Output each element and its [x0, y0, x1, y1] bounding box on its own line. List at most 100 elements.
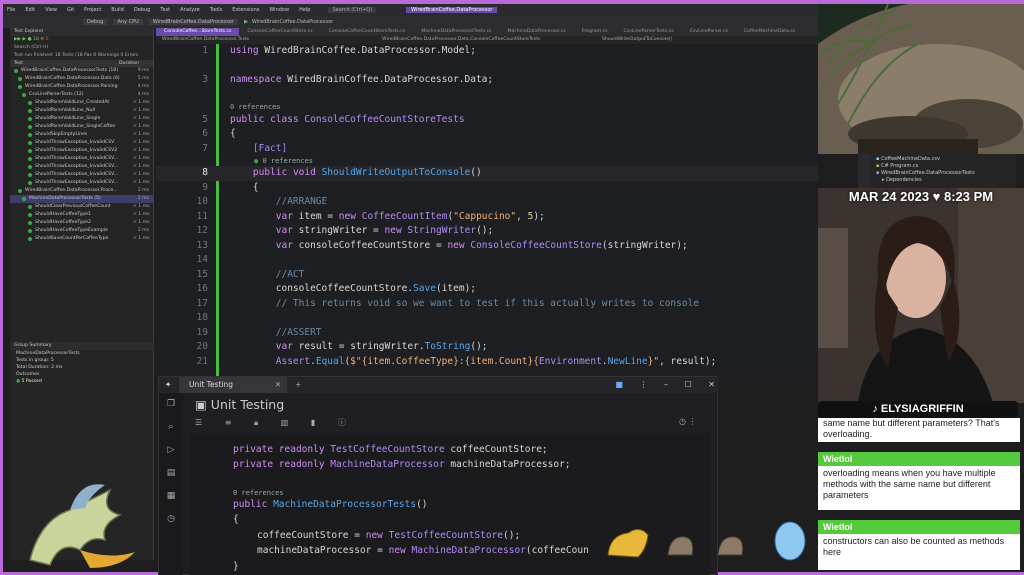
menu-project[interactable]: Project — [84, 7, 101, 13]
col-test[interactable]: Test — [14, 60, 23, 67]
close-icon[interactable]: ✕ — [708, 380, 715, 389]
test-row[interactable]: WiredBrainCoffee.DataProcessor.Parsing 4 … — [10, 83, 153, 91]
history-icon[interactable]: ◷ ⋮ — [679, 417, 697, 426]
extension-icon[interactable]: ■ — [615, 380, 623, 389]
document-tab[interactable]: ConsoleCoffee...StoreTests.cs — [156, 28, 240, 36]
test-row[interactable]: CsvLineParserTests (12) 4 ms — [10, 91, 153, 99]
settings-icon[interactable]: ☰ — [195, 418, 202, 427]
menu-tools[interactable]: Tools — [210, 7, 222, 13]
test-row[interactable]: ShouldParseValidLine_Null < 1 ms — [10, 107, 153, 115]
test-explorer-toolbar: ▶▶ ▶ ● 18 ✖ 0 — [10, 36, 153, 44]
startup-project-select[interactable]: WiredBrainCoffee.DataProcessor — [148, 19, 239, 25]
history-icon[interactable]: ◷ — [159, 508, 183, 531]
col-duration[interactable]: Duration — [119, 60, 139, 67]
code-lens-references[interactable]: 0 references — [233, 489, 284, 497]
document-tab[interactable]: CsvLineParserTests.cs — [616, 28, 682, 36]
test-row[interactable]: ShouldThrowException_InvalidCSV2 < 1 ms — [10, 147, 153, 155]
calendar-icon[interactable]: ▦ — [159, 485, 183, 508]
app-icon: ✦ — [165, 380, 172, 389]
minimize-icon[interactable]: – — [664, 380, 668, 389]
menu-window[interactable]: Window — [269, 7, 289, 13]
test-name: ShouldParseValidLine_Single — [35, 116, 101, 121]
run-all-icon[interactable]: ▶▶ — [14, 37, 21, 42]
platform-select[interactable]: Any CPU — [113, 19, 143, 25]
tab-unit-testing[interactable]: Unit Testing ✕ — [179, 377, 287, 393]
document-tab[interactable]: MachineDataProcessorTests.cs — [413, 28, 499, 36]
run-button[interactable]: WiredBrainCoffee.DataProcessor — [252, 19, 333, 25]
test-row[interactable]: ShouldHaveCoffeeTypeExample 2 ms — [10, 227, 153, 235]
nav-project[interactable]: WiredBrainCoffee.DataProcessor.Tests — [156, 36, 376, 44]
test-name: ShouldThrowException_InvalidCSV... — [35, 180, 119, 185]
test-row[interactable]: ShouldSaveCountPerCoffeeType < 1 ms — [10, 235, 153, 243]
menu-debug[interactable]: Debug — [134, 7, 150, 13]
menu-build[interactable]: Build — [111, 7, 124, 13]
menu-git[interactable]: Git — [67, 7, 74, 13]
test-duration: < 1 ms — [133, 116, 150, 121]
test-row[interactable]: ShouldParseValidLine_SingleCoffee < 1 ms — [10, 123, 153, 131]
lock-icon[interactable]: 🔒︎ — [254, 418, 258, 427]
test-row[interactable]: ShouldHaveCoffeeType1 < 1 ms — [10, 211, 153, 219]
pass-count-badge[interactable]: ● 18 — [28, 37, 39, 42]
test-row[interactable]: ShouldThrowException_InvalidCSV... < 1 ms — [10, 179, 153, 187]
chart-icon[interactable]: ▮ — [311, 418, 315, 427]
code-lens-references[interactable]: 0 references — [230, 103, 281, 111]
files-icon[interactable]: ❐ — [159, 393, 183, 416]
code-lens-references[interactable]: ● 0 references — [254, 157, 313, 165]
solution-item[interactable]: ▪ WiredBrainCoffee.DataProcessorTests — [876, 170, 1010, 177]
search-box[interactable]: Search (Ctrl+Q) — [328, 7, 377, 13]
new-tab-icon[interactable]: + — [295, 377, 301, 393]
test-row[interactable]: MachineDataProcessorTests (5) 2 ms — [10, 195, 153, 203]
map-icon[interactable]: ▥ — [281, 418, 289, 427]
test-row[interactable]: ShouldHaveCoffeeType2 < 1 ms — [10, 219, 153, 227]
test-row[interactable]: ShouldThrowException_InvalidCSV... < 1 ms — [10, 171, 153, 179]
search-icon[interactable]: ⌕ — [159, 416, 183, 439]
test-row[interactable]: WiredBrainCoffee.DataProcessor.Data (6) 5… — [10, 75, 153, 83]
run-icon[interactable]: ▷ — [159, 439, 183, 462]
test-row[interactable]: WiredBrainCoffee.DataProcessorTests (18)… — [10, 67, 153, 75]
menu-help[interactable]: Help — [299, 7, 310, 13]
more-icon[interactable]: ⋮ — [639, 380, 647, 389]
project-title: WiredBrainCoffee.DataProcessor — [406, 7, 498, 13]
menu-extensions[interactable]: Extensions — [232, 7, 259, 13]
nav-class[interactable]: WiredBrainCoffee.DataProcessor.Data.Cons… — [376, 36, 596, 44]
code-line: private readonly TestCoffeeCountStore co… — [233, 444, 548, 455]
menu-view[interactable]: View — [45, 7, 57, 13]
test-row[interactable]: ShouldClearPreviousCoffeeCount < 1 ms — [10, 203, 153, 211]
code-line: 12 var stringWriter = new StringWriter()… — [196, 225, 494, 236]
book-icon[interactable]: ▤ — [159, 462, 183, 485]
config-select[interactable]: Debug — [83, 19, 108, 25]
run-icon[interactable]: ▶ — [244, 19, 248, 25]
test-row[interactable]: ShouldThrowException_InvalidCSV... < 1 ms — [10, 163, 153, 171]
test-row[interactable]: ShouldParseValidLine_CreatedAt < 1 ms — [10, 99, 153, 107]
test-row[interactable]: ShouldSkipEmptyLines < 1 ms — [10, 131, 153, 139]
test-name: MachineDataProcessorTests (5) — [29, 196, 101, 201]
solution-item[interactable]: ▪ C# Program.cs — [876, 163, 1010, 170]
info-icon[interactable]: ⓘ — [338, 418, 346, 427]
test-row[interactable]: ShouldThrowException_InvalidCSV... < 1 ms — [10, 155, 153, 163]
list-icon[interactable]: ≡ — [225, 418, 232, 427]
document-tab[interactable]: ConsoleCoffeeCountStoreTests.cs — [321, 28, 414, 36]
maximize-icon[interactable]: ☐ — [685, 380, 692, 389]
test-row[interactable]: WiredBrainCoffee.DataProcessor.Proce... 2… — [10, 187, 153, 195]
document-tab[interactable]: MachineDataProcessor.cs — [500, 28, 574, 36]
menu-test[interactable]: Test — [160, 7, 170, 13]
code-editor[interactable]: 1 using WiredBrainCoffee.DataProcessor.Mo… — [156, 44, 818, 376]
menu-analyze[interactable]: Analyze — [180, 7, 200, 13]
solution-item[interactable]: ▪ CoffeeMachineData.csv — [876, 156, 1010, 163]
document-tab[interactable]: Program.cs — [574, 28, 616, 36]
document-tab[interactable]: CoffeeMachineData.cs — [736, 28, 803, 36]
nav-member[interactable]: ShouldWriteOutputToConsole() — [596, 36, 816, 44]
fail-count-badge[interactable]: ✖ 0 — [40, 37, 48, 42]
test-row[interactable]: ShouldThrowException_InvalidCSV < 1 ms — [10, 139, 153, 147]
scrollbar-track[interactable] — [858, 154, 870, 188]
document-tab[interactable]: ConsoleCoffeeCountStore.cs — [239, 28, 320, 36]
solution-item[interactable]: ▸ Dependencies — [876, 177, 1010, 184]
passed-icon — [28, 213, 32, 217]
passed-count: ● 5 Passed — [16, 379, 42, 384]
test-search-input[interactable]: Search (Ctrl+I) — [10, 44, 153, 52]
menu-edit[interactable]: Edit — [25, 7, 35, 13]
document-tab[interactable]: CsvLineParser.cs — [682, 28, 736, 36]
menu-file[interactable]: File — [7, 7, 15, 13]
close-tab-icon[interactable]: ✕ — [275, 377, 281, 393]
test-row[interactable]: ShouldParseValidLine_Single < 1 ms — [10, 115, 153, 123]
